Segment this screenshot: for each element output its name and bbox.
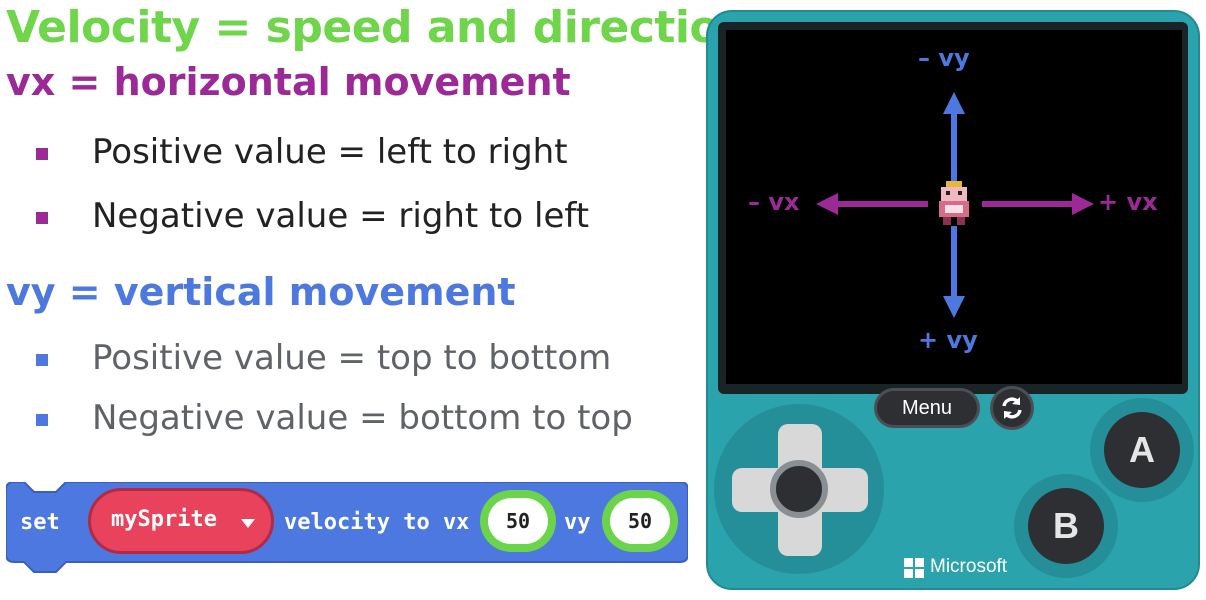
- vy-bullet-negative: Negative value = bottom to top: [92, 398, 633, 438]
- dpad-center[interactable]: [770, 460, 828, 518]
- microsoft-logo-icon: [904, 558, 924, 578]
- vy-value[interactable]: 50: [610, 498, 670, 544]
- neg-vy-label: – vy: [918, 44, 970, 72]
- sprite-dropdown[interactable]: mySprite: [88, 488, 274, 554]
- game-console: – vy + vy – vx + vx Menu A B Microsoft: [706, 10, 1200, 590]
- vx-value[interactable]: 50: [488, 498, 548, 544]
- arrow-down-icon: [943, 226, 965, 318]
- pos-vx-label: + vx: [1098, 188, 1158, 216]
- vy-label: vy: [564, 510, 591, 535]
- set-label: set: [20, 510, 60, 535]
- neg-vx-label: – vx: [748, 188, 800, 216]
- arrow-up-icon: [943, 92, 965, 182]
- dropdown-caret-icon: [241, 519, 255, 528]
- b-button[interactable]: B: [1028, 488, 1104, 564]
- arrow-right-icon: [982, 193, 1094, 215]
- square-bullet-icon: [36, 212, 48, 224]
- vy-heading: vy = vertical movement: [6, 270, 516, 314]
- square-bullet-icon: [36, 148, 48, 160]
- pos-vy-label: + vy: [918, 326, 978, 354]
- square-bullet-icon: [36, 354, 48, 366]
- vy-value-field[interactable]: 50: [602, 490, 678, 552]
- arrow-left-icon: [816, 193, 928, 215]
- a-button[interactable]: A: [1104, 412, 1180, 488]
- vx-bullet-negative: Negative value = right to left: [92, 196, 590, 236]
- vx-bullet-positive: Positive value = left to right: [92, 132, 568, 172]
- set-velocity-block[interactable]: set mySprite velocity to vx 50 vy 50: [6, 482, 688, 573]
- brand-label: Microsoft: [930, 556, 1008, 577]
- square-bullet-icon: [36, 414, 48, 426]
- game-screen: – vy + vy – vx + vx: [726, 30, 1182, 384]
- menu-button[interactable]: Menu: [874, 388, 980, 428]
- sprite-name: mySprite: [111, 507, 217, 532]
- vx-heading: vx = horizontal movement: [6, 60, 571, 104]
- refresh-icon: [1002, 397, 1022, 419]
- refresh-button[interactable]: [990, 386, 1034, 430]
- sprite-character-icon: [939, 181, 969, 225]
- page-title: Velocity = speed and direction: [6, 2, 751, 53]
- vy-bullet-positive: Positive value = top to bottom: [92, 338, 612, 378]
- velocity-label: velocity to vx: [284, 510, 470, 535]
- vx-value-field[interactable]: 50: [480, 490, 556, 552]
